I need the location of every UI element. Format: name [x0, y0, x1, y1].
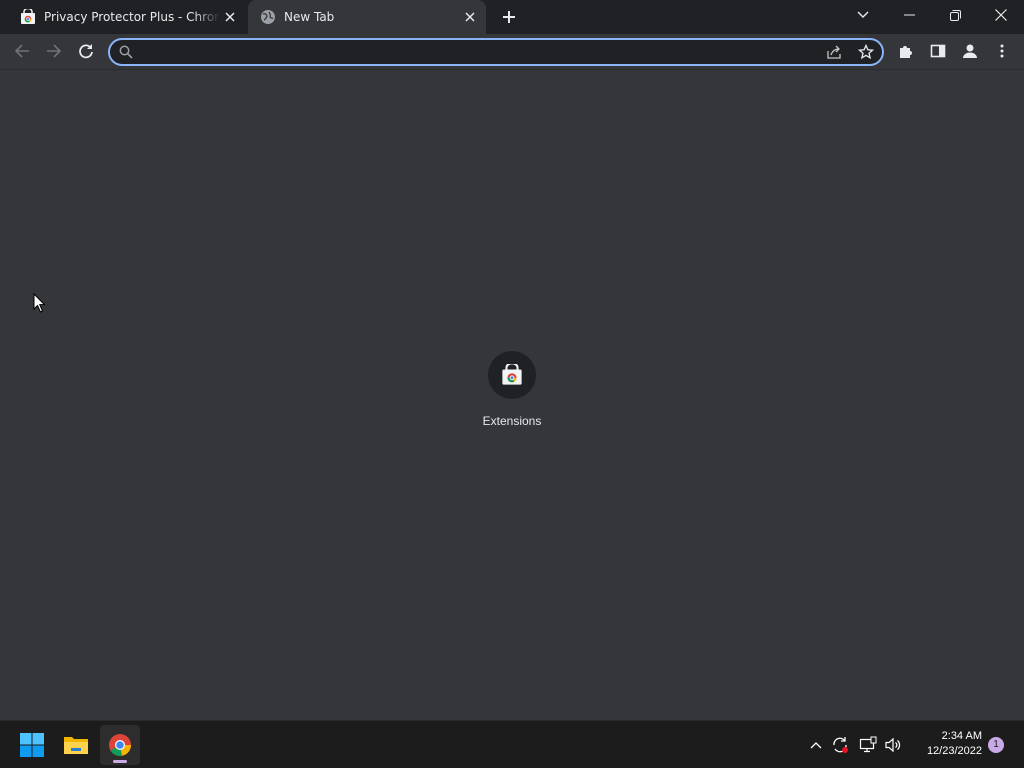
chevron-up-icon: [810, 742, 822, 749]
web-store-icon: [21, 9, 35, 24]
bookmark-star-icon[interactable]: [858, 44, 874, 60]
web-store-icon: [502, 364, 522, 385]
forward-button[interactable]: [40, 37, 68, 65]
search-icon: [119, 45, 133, 59]
sync-icon: [833, 737, 848, 753]
reload-icon: [79, 44, 93, 59]
clock-date: 12/23/2022: [926, 745, 982, 757]
taskbar: 2:34 AM 12/23/2022 1: [0, 720, 1024, 768]
tab-new-tab[interactable]: New Tab: [248, 0, 486, 34]
share-icon[interactable]: [826, 44, 842, 60]
file-explorer-button[interactable]: [56, 725, 96, 765]
close-icon: [995, 9, 1007, 21]
show-hidden-icons-button[interactable]: [806, 735, 826, 755]
chevron-down-icon: [857, 11, 869, 18]
tab-privacy-protector[interactable]: Privacy Protector Plus - Chrome Web Stor…: [8, 0, 246, 34]
shortcut-extensions[interactable]: Extensions: [472, 351, 552, 435]
minimize-button[interactable]: [886, 0, 932, 30]
system-clock[interactable]: 2:34 AM 12/23/2022: [910, 729, 982, 759]
side-panel-icon: [930, 44, 946, 58]
back-button[interactable]: [8, 37, 36, 65]
reload-button[interactable]: [72, 37, 100, 65]
globe-icon: [261, 10, 275, 24]
extensions-button[interactable]: [892, 37, 920, 65]
minimize-icon: [903, 14, 915, 16]
close-tab-icon[interactable]: [220, 7, 240, 27]
speaker-icon: [885, 737, 901, 753]
chrome-taskbar-button[interactable]: [100, 725, 140, 765]
file-explorer-icon: [64, 737, 88, 754]
volume-button[interactable]: [883, 735, 903, 755]
sync-status-button[interactable]: [830, 735, 850, 755]
new-tab-button[interactable]: [496, 5, 522, 29]
start-button[interactable]: [12, 725, 52, 765]
clock-time: 2:34 AM: [941, 730, 982, 742]
browser-toolbar: [0, 34, 1024, 70]
chrome-icon: [109, 734, 131, 756]
tab-title: Privacy Protector Plus - Chrome Web Stor…: [44, 10, 220, 24]
running-indicator: [113, 760, 127, 763]
restore-button[interactable]: [932, 0, 978, 30]
arrow-right-icon: [47, 44, 62, 58]
puzzle-icon: [900, 46, 912, 58]
mouse-cursor-icon: [33, 293, 46, 313]
side-panel-button[interactable]: [924, 37, 952, 65]
arrow-left-icon: [14, 44, 29, 58]
address-input[interactable]: [140, 42, 820, 62]
new-tab-page: Extensions: [0, 71, 1024, 720]
restore-icon: [949, 9, 961, 21]
tab-search-button[interactable]: [840, 0, 886, 30]
network-button[interactable]: [858, 735, 878, 755]
avatar-icon: [963, 44, 977, 58]
profile-button[interactable]: [956, 37, 984, 65]
start-icon: [20, 733, 44, 757]
close-window-button[interactable]: [978, 0, 1024, 30]
network-icon: [859, 736, 877, 753]
close-tab-icon[interactable]: [460, 7, 480, 27]
plus-icon: [503, 11, 515, 23]
shortcut-tile[interactable]: [488, 351, 536, 399]
tab-strip: Privacy Protector Plus - Chrome Web Stor…: [0, 0, 1024, 34]
tab-title: New Tab: [284, 10, 335, 24]
kebab-menu-icon: [1000, 44, 1004, 58]
notification-badge[interactable]: 1: [988, 737, 1004, 753]
address-bar[interactable]: [108, 38, 884, 66]
shortcut-label: Extensions: [482, 414, 542, 428]
menu-button[interactable]: [988, 37, 1016, 65]
